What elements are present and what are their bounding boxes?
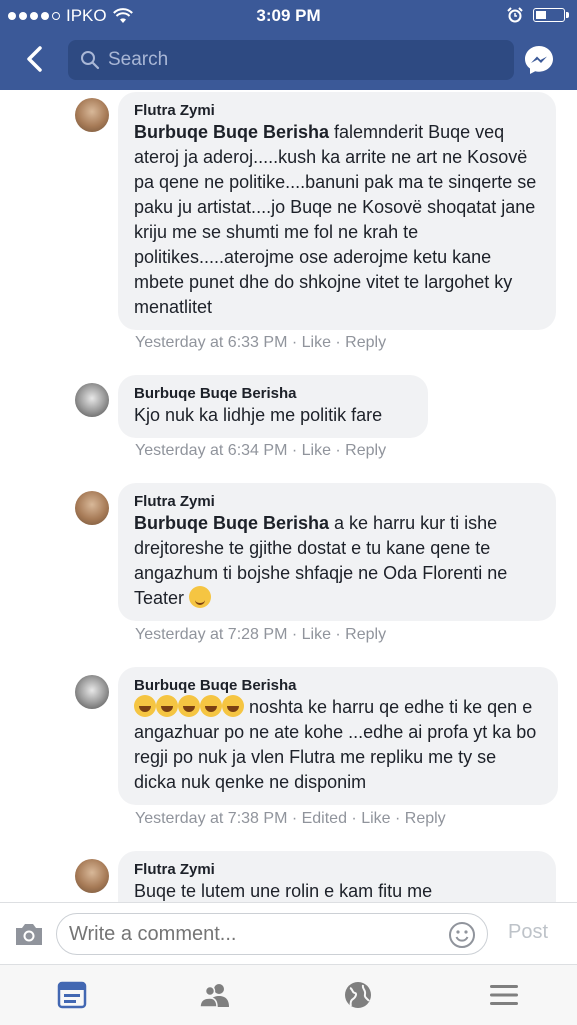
comment-text: Burbuqe Buqe Berisha a ke harru kur ti i… <box>134 511 540 611</box>
laughing-emojis <box>134 695 244 717</box>
back-arrow-icon[interactable] <box>20 44 50 74</box>
comment-author[interactable]: Burbuqe Buqe Berisha <box>134 384 412 403</box>
comment-author[interactable]: Flutra Zymi <box>134 101 540 120</box>
avatar[interactable] <box>75 491 109 525</box>
comment-author[interactable]: Flutra Zymi <box>134 860 540 879</box>
comment-body: falemnderit Buqe veq ateroj ja aderoj...… <box>134 122 537 317</box>
laughing-emoji-icon <box>222 695 244 717</box>
status-time: 3:09 PM <box>256 6 321 25</box>
search-bar[interactable]: Search <box>68 40 514 80</box>
comment-bubble: Burbuqe Buqe Berisha Kjo nuk ka lidhje m… <box>118 375 428 438</box>
navigation-bar: Search <box>0 38 577 82</box>
comment-body: Buqe te lutem une rolin e kam fitu me <box>134 881 433 901</box>
comment-text: noshta ke harru qe edhe ti ke qen e anga… <box>134 695 542 795</box>
comment-input[interactable] <box>56 913 488 955</box>
smile-emoji-icon <box>189 586 212 608</box>
comment-bubble: Flutra Zymi Burbuqe Buqe Berisha a ke ha… <box>118 483 556 621</box>
alarm-clock-icon <box>507 7 523 23</box>
avatar[interactable] <box>75 98 109 132</box>
laughing-emoji-icon <box>134 695 156 717</box>
comment-feed[interactable]: Flutra Zymi Burbuqe Buqe Berisha falemnd… <box>0 90 577 902</box>
camera-icon[interactable] <box>14 921 44 947</box>
comment-bubble: Flutra Zymi Buqe te lutem une rolin e ka… <box>118 851 556 902</box>
comment-text: Burbuqe Buqe Berisha falemnderit Buqe ve… <box>134 120 540 320</box>
emoji-picker-icon[interactable] <box>448 921 476 949</box>
search-placeholder: Search <box>108 49 169 70</box>
bottom-tab-bar <box>0 964 577 1025</box>
comment-meta[interactable]: Yesterday at 6:33 PM · Like · Reply <box>135 334 386 352</box>
laughing-emoji-icon <box>178 695 200 717</box>
comment-mention[interactable]: Burbuqe Buqe Berisha <box>134 513 329 533</box>
friends-tab-icon[interactable] <box>199 980 231 1010</box>
comment-composer: Post <box>0 902 577 964</box>
avatar[interactable] <box>75 383 109 417</box>
comment-bubble: Burbuqe Buqe Berisha noshta ke harru qe … <box>118 667 558 805</box>
avatar[interactable] <box>75 675 109 709</box>
messenger-icon[interactable] <box>523 44 555 76</box>
comment-body: Kjo nuk ka lidhje me politik fare <box>134 405 383 425</box>
menu-tab-icon[interactable] <box>488 980 520 1010</box>
avatar[interactable] <box>75 859 109 893</box>
comment-meta[interactable]: Yesterday at 7:28 PM · Like · Reply <box>135 626 386 644</box>
laughing-emoji-icon <box>156 695 178 717</box>
post-button[interactable]: Post <box>508 921 548 944</box>
globe-tab-icon[interactable] <box>342 980 374 1010</box>
comment-mention[interactable]: Burbuqe Buqe Berisha <box>134 122 329 142</box>
comment-bubble: Flutra Zymi Burbuqe Buqe Berisha falemnd… <box>118 92 556 330</box>
comment-author[interactable]: Flutra Zymi <box>134 492 540 511</box>
comment-author[interactable]: Burbuqe Buqe Berisha <box>134 676 542 695</box>
laughing-emoji-icon <box>200 695 222 717</box>
search-icon <box>81 51 100 70</box>
news-feed-tab-icon[interactable] <box>56 980 88 1010</box>
comment-meta[interactable]: Yesterday at 7:38 PM · Edited · Like · R… <box>135 810 446 828</box>
comment-meta[interactable]: Yesterday at 6:34 PM · Like · Reply <box>135 442 386 460</box>
app-header: IPKO 3:09 PM Search <box>0 0 577 90</box>
status-bar: IPKO 3:09 PM <box>0 0 577 30</box>
battery-icon <box>533 8 569 22</box>
